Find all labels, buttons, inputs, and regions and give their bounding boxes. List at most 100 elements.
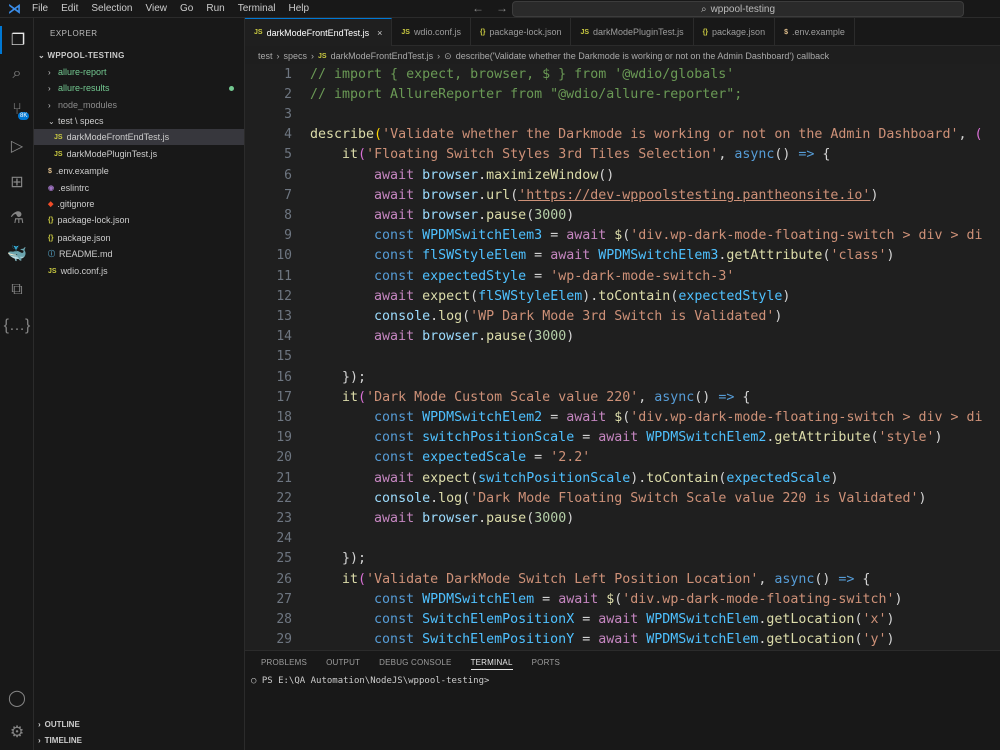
tab-wdio-conf-js[interactable]: JS wdio.conf.js (392, 18, 471, 46)
tree-item-darkmodefrontendtest-js[interactable]: JS darkModeFrontEndTest.js (34, 129, 244, 145)
vscode-logo-icon: ⋊ (8, 0, 21, 16)
tab-label: darkModePluginTest.js (593, 27, 684, 37)
code-token: 'Dark Mode Floating Switch Scale value 2… (470, 490, 919, 506)
tree-item-label: .env.example (55, 166, 109, 176)
menu-item-go[interactable]: Go (180, 3, 193, 14)
tree-item-package-lock-json[interactable]: {} package-lock.json (34, 212, 244, 228)
code-token: => (718, 389, 735, 405)
menu-item-help[interactable]: Help (289, 3, 310, 14)
code-token: expect (422, 288, 471, 304)
code-token: ( (510, 187, 519, 203)
menu-item-view[interactable]: View (146, 3, 168, 14)
breadcrumb-separator-icon: › (276, 51, 280, 61)
tab--env-example[interactable]: $ .env.example (775, 18, 855, 46)
code-token: WPDMSwitchElem3 (422, 228, 543, 244)
command-center-search[interactable]: ⌕ wppool-testing (512, 1, 964, 17)
code-token: await (374, 329, 415, 345)
tree-item--eslintrc[interactable]: ◉ .eslintrc (34, 180, 244, 196)
tab-darkmodefrontendtest-js[interactable]: JS darkModeFrontEndTest.js × (245, 18, 393, 46)
code-token: ( (358, 571, 367, 587)
tree-item--gitignore[interactable]: ◆ .gitignore (34, 196, 244, 212)
remote-explorer-icon[interactable]: ⧉ (0, 276, 34, 304)
code-token: WPDMSwitchElem (646, 611, 759, 627)
search-view-icon[interactable]: ⌕ (0, 60, 34, 88)
breadcrumb-item[interactable]: test (258, 51, 273, 61)
menu-item-terminal[interactable]: Terminal (238, 3, 276, 14)
tree-item-test-specs[interactable]: ⌄ test \ specs (34, 113, 244, 129)
breadcrumb: test › specs › JS darkModeFrontEndTest.js › ⊙ de… (258, 48, 1000, 64)
account-icon[interactable]: ◯ (0, 684, 34, 712)
code-line: 22 console.log('Dark Mode Floating Switc… (245, 488, 1000, 508)
line-number: 19 (276, 430, 292, 446)
breadcrumb-item[interactable]: describe('Validate whether the Darkmode … (456, 51, 829, 61)
explorer-icon[interactable]: ❐ (0, 26, 34, 54)
code-token: it (342, 147, 359, 163)
run-debug-icon[interactable]: ▷ (0, 132, 34, 160)
tree-item-label: test \ specs (58, 116, 104, 126)
menu-item-edit[interactable]: Edit (61, 3, 78, 14)
docker-icon[interactable]: 🐳 (0, 240, 34, 268)
settings-gear-icon[interactable]: ⚙ (0, 718, 34, 746)
tab-package-lock-json[interactable]: {} package-lock.json (471, 18, 572, 46)
code-token: maximizeWindow (486, 167, 599, 183)
json-view-icon[interactable]: {…} (0, 312, 34, 340)
panel-tab-terminal[interactable]: TERMINAL (470, 658, 513, 670)
code-token: { (734, 389, 751, 405)
code-text: // import AllureReporter from "@wdio/all… (310, 87, 742, 102)
code-token: pause (486, 207, 527, 223)
code-token: url (486, 187, 511, 203)
line-number: 16 (276, 369, 292, 385)
tree-item--env-example[interactable]: $ .env.example (34, 163, 244, 179)
tree-item-readme-md[interactable]: ⓘ README.md (34, 246, 244, 262)
extensions-icon[interactable]: ⊞ (0, 168, 34, 196)
line-number: 10 (276, 248, 292, 264)
tab-package-json[interactable]: {} package.json (694, 18, 776, 46)
tree-item-node-modules[interactable]: › node_modules (34, 97, 244, 113)
code-token: 'WP Dark Mode 3rd Switch is Validated' (470, 308, 775, 324)
code-token: 'x' (862, 611, 887, 627)
panel-tab-problems[interactable]: PROBLEMS (261, 658, 307, 670)
menu-item-selection[interactable]: Selection (91, 3, 132, 14)
outline-section[interactable]: › OUTLINE (38, 720, 80, 729)
testing-icon[interactable]: ⚗ (0, 204, 34, 232)
breadcrumb-item[interactable]: specs (284, 51, 308, 61)
tree-item-darkmodeplugintest-js[interactable]: JS darkModePluginTest.js (34, 146, 244, 162)
tree-item-allure-report[interactable]: › allure-report (34, 64, 244, 80)
close-icon[interactable]: × (377, 28, 382, 38)
forward-arrow-icon[interactable]: → (496, 1, 508, 15)
source-control-icon[interactable]: ⑂ 8K (0, 96, 34, 124)
code-token: 3000 (534, 329, 567, 345)
code-token: flSWStyleElem (478, 288, 583, 304)
code-token: , (718, 147, 735, 163)
tab-darkmodeplugintest-js[interactable]: JS darkModePluginTest.js (571, 18, 694, 46)
project-root[interactable]: ⌄ WPPOOL-TESTING (38, 51, 125, 60)
menu-item-file[interactable]: File (32, 3, 48, 14)
tree-item-allure-results[interactable]: › allure-results (34, 80, 244, 96)
tree-item-wdio-conf-js[interactable]: JS wdio.conf.js (34, 263, 244, 279)
code-editor[interactable]: 1 // import { expect, browser, $ } from '… (245, 64, 1000, 650)
code-token: ) (566, 207, 575, 223)
code-token: ) (894, 591, 903, 607)
menu-item-run[interactable]: Run (206, 3, 224, 14)
breadcrumb-item[interactable]: darkModeFrontEndTest.js (331, 51, 434, 61)
code-token: ; (358, 551, 367, 567)
terminal-prompt[interactable]: ○ PS E:\QA Automation\NodeJS\wppool-test… (251, 676, 489, 686)
code-token: await (374, 167, 415, 183)
timeline-section[interactable]: › TIMELINE (38, 736, 82, 745)
panel-tab-debug-console[interactable]: DEBUG CONSOLE (379, 658, 451, 670)
panel-tab-ports[interactable]: PORTS (532, 658, 560, 670)
code-token: await (550, 248, 591, 264)
code-token: it (342, 571, 359, 587)
code-text: const flSWStyleElem = await WPDMSwitchEl… (310, 248, 894, 264)
tree-item-label: package.json (57, 233, 111, 243)
code-line: 3 (245, 104, 1000, 124)
back-arrow-icon[interactable]: ← (472, 1, 484, 15)
tree-item-package-json[interactable]: {} package.json (34, 230, 244, 246)
panel-tab-output[interactable]: OUTPUT (326, 658, 360, 670)
